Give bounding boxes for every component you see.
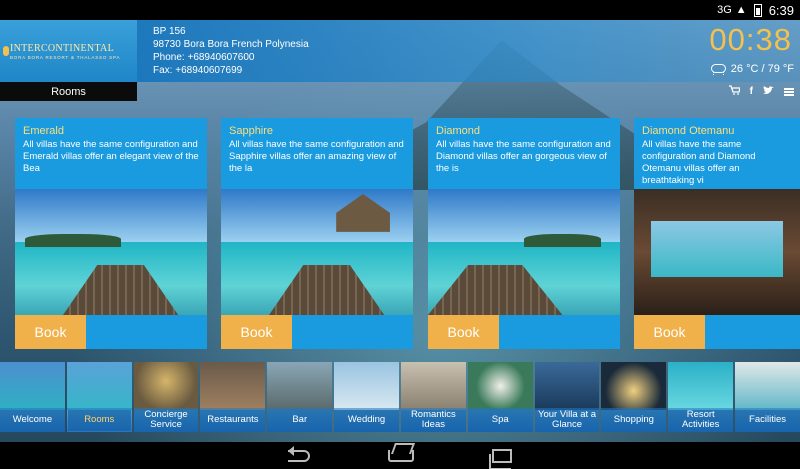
room-description: All villas have the same configuration a… — [229, 139, 404, 174]
book-button[interactable]: Book — [428, 315, 499, 349]
nav-bar[interactable]: Bar — [267, 362, 333, 432]
nav-thumbnail — [0, 362, 65, 410]
nav-thumbnail — [467, 362, 533, 410]
room-image[interactable] — [221, 189, 413, 315]
room-image[interactable] — [634, 189, 800, 315]
nav-your-villa-at-a-glance[interactable]: Your Villa at a Glance — [534, 362, 600, 432]
room-card-text: Diamond Otemanu All villas have the same… — [634, 118, 800, 189]
recent-apps-icon[interactable] — [489, 448, 512, 469]
room-card-text: Emerald All villas have the same configu… — [15, 118, 207, 189]
book-button[interactable]: Book — [15, 315, 86, 349]
nav-thumbnail — [668, 362, 734, 410]
section-nav: Welcome Rooms Concierge Service Restaura… — [0, 362, 800, 432]
signal-bars-icon: ▲ — [735, 4, 747, 16]
room-card-footer: Book — [221, 315, 413, 349]
nav-concierge-service[interactable]: Concierge Service — [133, 362, 199, 432]
social-links: f — [728, 85, 794, 98]
nav-label: Facilities — [735, 408, 800, 432]
nav-thumbnail — [534, 362, 600, 410]
scene-island — [24, 234, 121, 247]
battery-icon — [753, 3, 762, 17]
signal-icon: 3G — [717, 4, 732, 16]
nav-label: Wedding — [334, 408, 399, 432]
logo-name: INTERCONTINENTAL — [10, 42, 114, 54]
room-title: Diamond Otemanu — [642, 125, 735, 137]
nav-label: Restaurants — [200, 408, 266, 432]
nav-label: Shopping — [601, 408, 667, 432]
room-card-text: Diamond All villas have the same configu… — [428, 118, 620, 189]
back-icon[interactable] — [288, 445, 310, 462]
cart-icon[interactable] — [728, 85, 741, 98]
room-description: All villas have the same configuration a… — [23, 139, 199, 174]
nav-facilities[interactable]: Facilities — [735, 362, 800, 432]
key-icon — [133, 362, 199, 410]
home-icon[interactable] — [388, 449, 414, 462]
address-line-2: 98730 Bora Bora French Polynesia — [153, 39, 309, 50]
scene-window — [650, 220, 784, 278]
nav-thumbnail — [601, 362, 667, 410]
logo-mark-icon — [3, 46, 9, 56]
nav-thumbnail — [66, 362, 132, 410]
room-card-diamond[interactable]: Diamond All villas have the same configu… — [428, 118, 620, 349]
nav-wedding[interactable]: Wedding — [334, 362, 399, 432]
nav-label: Spa — [467, 408, 533, 432]
phone-number: Phone: +68940607600 — [153, 52, 255, 63]
twitter-icon[interactable] — [763, 85, 774, 98]
nav-thumbnail — [334, 362, 399, 410]
weather: 26 °C / 79 °F — [709, 62, 794, 75]
nav-shopping[interactable]: Shopping — [601, 362, 667, 432]
room-card-diamond-otemanu[interactable]: Diamond Otemanu All villas have the same… — [634, 118, 800, 349]
room-card-footer: Book — [15, 315, 207, 349]
clock: 00:38 — [709, 22, 792, 57]
status-time: 6:39 — [768, 2, 794, 18]
temperature: 26 °C / 79 °F — [730, 62, 794, 75]
nav-thumbnail — [267, 362, 333, 410]
room-card-footer: Book — [428, 315, 620, 349]
fax-number: Fax: +68940607699 — [153, 65, 243, 76]
nav-label: Rooms — [66, 408, 132, 432]
book-button[interactable]: Book — [634, 315, 705, 349]
room-title: Diamond — [436, 125, 481, 137]
room-card-text: Sapphire All villas have the same config… — [221, 118, 413, 189]
nav-thumbnail — [400, 362, 466, 410]
nav-thumbnail — [200, 362, 266, 410]
address-line-1: BP 156 — [153, 26, 186, 37]
scene-island — [524, 234, 601, 247]
tab-rooms-label: Rooms — [51, 85, 86, 98]
nav-label: Romantics Ideas — [400, 408, 466, 432]
nav-label: Concierge Service — [133, 408, 199, 432]
nav-label: Welcome — [0, 408, 65, 432]
tab-rooms[interactable]: Rooms — [0, 82, 137, 101]
room-image[interactable] — [15, 189, 207, 315]
nav-romantics-ideas[interactable]: Romantics Ideas — [400, 362, 466, 432]
room-description: All villas have the same configuration a… — [436, 139, 611, 174]
contact-info: BP 156 98730 Bora Bora French Polynesia … — [137, 20, 800, 82]
room-image[interactable] — [428, 189, 620, 315]
nav-label: Bar — [267, 408, 333, 432]
book-button[interactable]: Book — [221, 315, 292, 349]
nav-welcome[interactable]: Welcome — [0, 362, 65, 432]
nav-resort-activities[interactable]: Resort Activities — [668, 362, 734, 432]
room-card-footer: Book — [634, 315, 800, 349]
nav-spa[interactable]: Spa — [467, 362, 533, 432]
facebook-icon[interactable]: f — [750, 86, 753, 97]
nav-thumbnail — [735, 362, 800, 410]
cloud-rain-icon — [709, 62, 726, 75]
nav-rooms[interactable]: Rooms — [66, 362, 132, 432]
logo-tagline: BORA BORA RESORT & THALASSO SPA — [10, 54, 121, 60]
room-description: All villas have the same configuration a… — [642, 139, 756, 186]
menu-icon[interactable] — [784, 87, 794, 96]
nav-label: Your Villa at a Glance — [534, 408, 600, 432]
room-title: Emerald — [23, 125, 64, 137]
status-bar: 3G ▲ 6:39 — [0, 0, 800, 20]
room-card-emerald[interactable]: Emerald All villas have the same configu… — [15, 118, 207, 349]
scene-sky — [428, 189, 620, 242]
room-card-sapphire[interactable]: Sapphire All villas have the same config… — [221, 118, 413, 349]
hotel-logo[interactable]: INTERCONTINENTAL BORA BORA RESORT & THAL… — [0, 20, 137, 82]
room-title: Sapphire — [229, 125, 274, 137]
nav-restaurants[interactable]: Restaurants — [200, 362, 266, 432]
nav-label: Resort Activities — [668, 408, 734, 432]
system-nav-bar — [0, 442, 800, 469]
